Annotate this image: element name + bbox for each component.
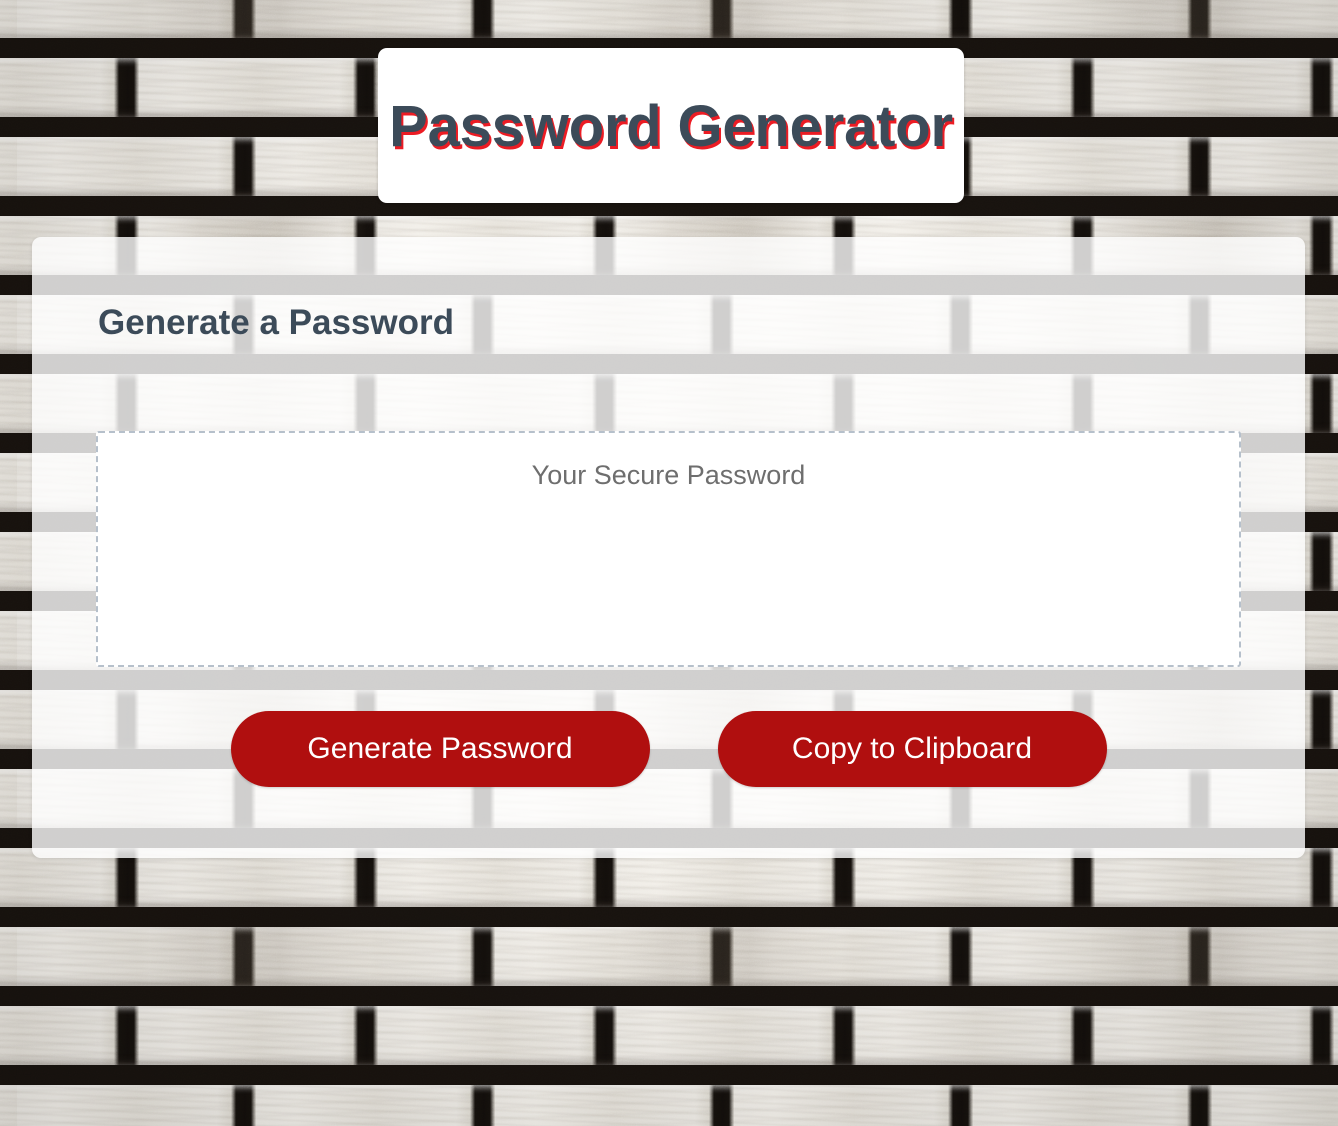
password-output-box[interactable]: Your Secure Password	[96, 431, 1241, 667]
page-title: Password Generator	[389, 94, 953, 159]
title-card: Password Generator	[378, 48, 964, 203]
button-row: Generate Password Copy to Clipboard	[32, 711, 1305, 787]
section-heading: Generate a Password	[98, 303, 454, 342]
copy-to-clipboard-button[interactable]: Copy to Clipboard	[717, 711, 1107, 787]
generator-panel: Generate a Password Your Secure Password…	[32, 237, 1305, 858]
generate-password-button[interactable]: Generate Password	[230, 711, 650, 787]
password-placeholder-text: Your Secure Password	[531, 460, 806, 490]
